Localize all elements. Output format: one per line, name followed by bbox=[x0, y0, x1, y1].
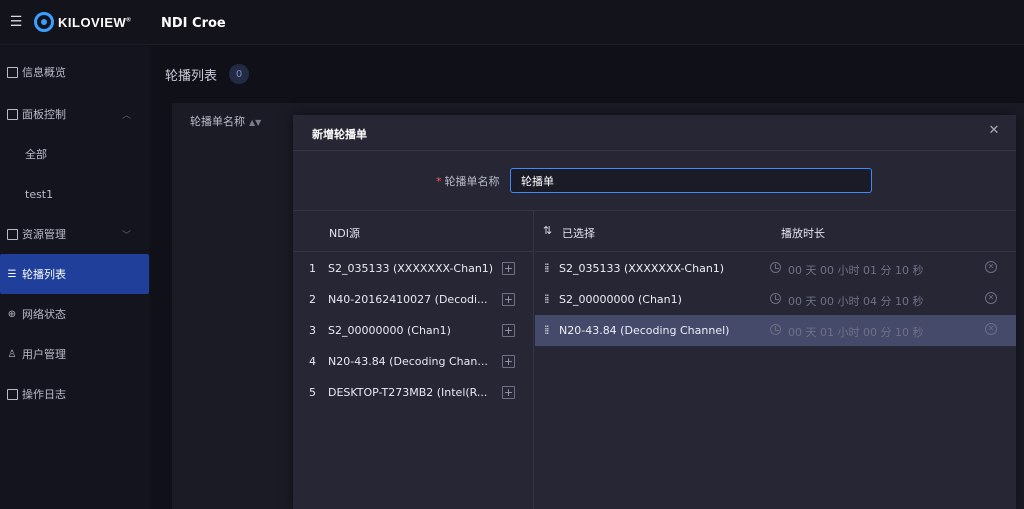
menu-icon[interactable]: ☰ bbox=[4, 14, 28, 30]
table-row[interactable]: ⁞⁞ S2_035133 (XXXXXXX-Chan1) 00 天 00 小时 … bbox=[535, 253, 1016, 284]
chevron-down-icon: ﹀ bbox=[121, 230, 131, 241]
sidebar: 信息概览 面板控制 ︿ 全部 test1 资源管理 ﹀ ☰ 轮播列表 ⊕ 网络状… bbox=[0, 46, 150, 509]
resource-icon bbox=[6, 228, 18, 240]
page-title: 轮播列表 bbox=[165, 69, 218, 84]
selected-header: ⇅ 已选择 播放时长 bbox=[535, 211, 1016, 252]
duration-value[interactable]: 00 天 01 小时 00 分 10 秒 bbox=[788, 324, 923, 340]
selected-title: 已选择 bbox=[562, 227, 595, 240]
sidebar-item-users[interactable]: ♙ 用户管理 bbox=[0, 334, 149, 374]
sidebar-item-label: 全部 bbox=[25, 148, 47, 161]
add-icon[interactable]: + bbox=[502, 386, 515, 399]
log-icon bbox=[6, 388, 18, 400]
panel-icon bbox=[6, 108, 18, 120]
table-row[interactable]: ⁞⁞ N20-43.84 (Decoding Channel) 00 天 01 … bbox=[535, 315, 1016, 346]
add-playlist-dialog: 新增轮播单 ✕ *轮播单名称 NDI源 1 S2_035133 (XXXXXXX… bbox=[293, 115, 1016, 509]
sidebar-item-label: 网络状态 bbox=[22, 308, 66, 321]
sidebar-item-label: 资源管理 bbox=[22, 228, 66, 241]
sidebar-item-overview[interactable]: 信息概览 bbox=[0, 52, 149, 92]
selected-list: ⇅ 已选择 播放时长 ⁞⁞ S2_035133 (XXXXXXX-Chan1) … bbox=[535, 211, 1016, 509]
clock-icon bbox=[770, 262, 781, 273]
sidebar-item-logs[interactable]: 操作日志 bbox=[0, 374, 149, 414]
dialog-header: 新增轮播单 ✕ bbox=[293, 115, 1016, 151]
sidebar-item-network[interactable]: ⊕ 网络状态 bbox=[0, 294, 149, 334]
list-item: 1 S2_035133 (XXXXXXX-Chan1) + bbox=[309, 262, 515, 275]
user-icon: ♙ bbox=[7, 348, 17, 360]
sidebar-item-test1[interactable]: test1 bbox=[0, 174, 149, 214]
globe-icon: ⊕ bbox=[7, 308, 17, 320]
sidebar-item-label: 信息概览 bbox=[22, 66, 66, 79]
drag-handle-icon[interactable]: ⁞⁞ bbox=[544, 292, 549, 306]
duration-value[interactable]: 00 天 00 小时 01 分 10 秒 bbox=[788, 262, 923, 278]
ndi-source-title: NDI源 bbox=[329, 227, 360, 240]
clock-icon bbox=[770, 293, 781, 304]
logo-mark-icon bbox=[34, 12, 54, 32]
duration-value[interactable]: 00 天 00 小时 04 分 10 秒 bbox=[788, 293, 923, 309]
remove-icon[interactable]: ✕ bbox=[985, 261, 997, 273]
dialog-title: 新增轮播单 bbox=[312, 128, 367, 141]
overview-icon bbox=[6, 66, 18, 78]
playlist-name-label: * 轮播单名称 bbox=[436, 175, 500, 188]
app-title: NDI Croe bbox=[161, 16, 226, 31]
ndi-source-header: NDI源 bbox=[293, 211, 533, 252]
top-bar: ☰ KILOVIEW® NDI Croe bbox=[0, 0, 1024, 45]
sidebar-item-panel-control[interactable]: 面板控制 ︿ bbox=[0, 94, 149, 134]
close-icon[interactable]: ✕ bbox=[987, 124, 1001, 138]
list-item: 3 S2_00000000 (Chan1) + bbox=[309, 324, 515, 337]
sidebar-item-label: 操作日志 bbox=[22, 388, 66, 401]
sort-icon[interactable]: ▲▼ bbox=[249, 118, 261, 127]
chevron-up-icon: ︿ bbox=[121, 110, 131, 121]
list-item: 4 N20-43.84 (Decoding Chan... + bbox=[309, 355, 515, 368]
sidebar-item-label: 用户管理 bbox=[22, 348, 66, 361]
table-row[interactable]: ⁞⁞ S2_00000000 (Chan1) 00 天 00 小时 04 分 1… bbox=[535, 284, 1016, 315]
add-icon[interactable]: + bbox=[502, 262, 515, 275]
list-item: 5 DESKTOP-T273MB2 (Intel(R... + bbox=[309, 386, 515, 399]
logo: KILOVIEW® bbox=[34, 12, 131, 32]
drag-handle-icon[interactable]: ⁞⁞ bbox=[544, 323, 549, 337]
column-header-name[interactable]: 轮播单名称 ▲▼ bbox=[190, 113, 261, 129]
sidebar-item-playlist[interactable]: ☰ 轮播列表 bbox=[0, 254, 149, 294]
sort-icon[interactable]: ⇅ bbox=[543, 224, 552, 237]
playlist-icon: ☰ bbox=[7, 268, 17, 280]
required-mark: * bbox=[436, 175, 442, 188]
add-icon[interactable]: + bbox=[502, 293, 515, 306]
list-item: 2 N40-20162410027 (Decodi... + bbox=[309, 293, 515, 306]
remove-icon[interactable]: ✕ bbox=[985, 292, 997, 304]
sidebar-item-label: 面板控制 bbox=[22, 108, 66, 121]
logo-text: KILOVIEW® bbox=[58, 14, 132, 30]
count-badge: 0 bbox=[229, 64, 249, 84]
ndi-source-list: NDI源 1 S2_035133 (XXXXXXX-Chan1) + 2 N40… bbox=[293, 211, 534, 509]
sidebar-item-label: 轮播列表 bbox=[22, 268, 66, 281]
sidebar-item-resource[interactable]: 资源管理 ﹀ bbox=[0, 214, 149, 254]
sidebar-item-all[interactable]: 全部 bbox=[0, 134, 149, 174]
drag-handle-icon[interactable]: ⁞⁞ bbox=[544, 261, 549, 275]
sidebar-item-label: test1 bbox=[25, 187, 54, 201]
playlist-name-input[interactable] bbox=[510, 168, 872, 193]
clock-icon bbox=[770, 324, 781, 335]
add-icon[interactable]: + bbox=[502, 324, 515, 337]
duration-title: 播放时长 bbox=[781, 227, 825, 240]
add-icon[interactable]: + bbox=[502, 355, 515, 368]
remove-icon[interactable]: ✕ bbox=[985, 323, 997, 335]
